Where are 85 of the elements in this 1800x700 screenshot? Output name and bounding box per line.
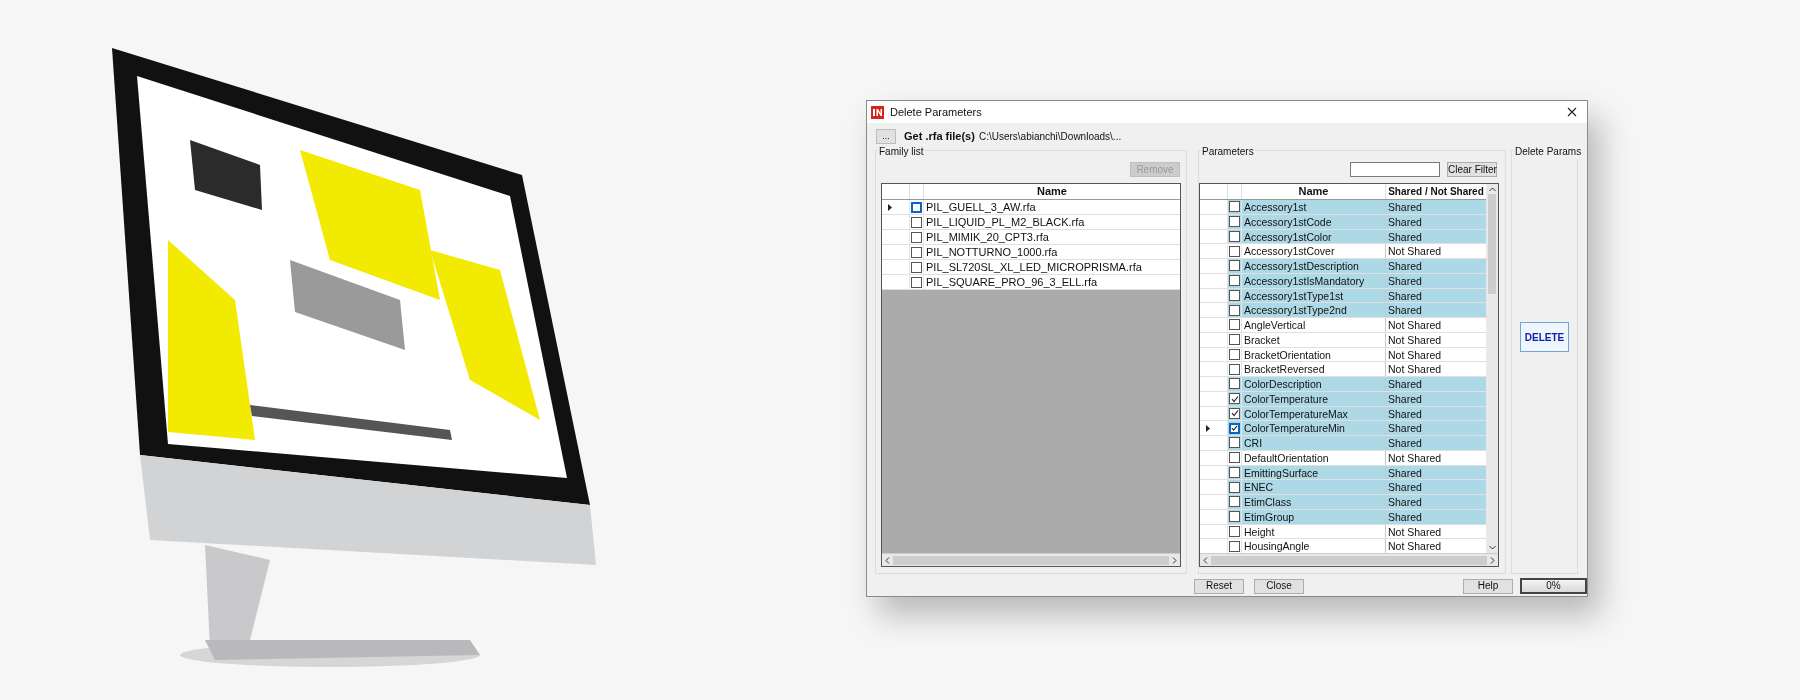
checkbox[interactable] (911, 201, 922, 213)
vertical-scrollbar[interactable] (1486, 184, 1498, 553)
table-cell: Shared (1386, 480, 1486, 494)
checkbox[interactable] (1229, 525, 1240, 537)
table-cell: BracketReversed (1242, 362, 1386, 376)
clear-filter-button[interactable]: Clear Filter (1447, 162, 1497, 177)
checkbox[interactable] (1229, 260, 1240, 272)
delete-button[interactable]: DELETE (1520, 322, 1569, 352)
scroll-up-icon[interactable] (1488, 187, 1496, 192)
help-button[interactable]: Help (1463, 578, 1513, 594)
table-cell: Accessory1stCover (1242, 244, 1386, 258)
horizontal-scrollbar[interactable] (882, 553, 1180, 566)
table-cell: Shared (1386, 495, 1486, 509)
checkbox[interactable] (1229, 348, 1240, 360)
current-row-icon (888, 203, 892, 211)
table-cell-text: PIL_NOTTURNO_1000.rfa (925, 245, 1059, 259)
table-cell-text: PIL_GUELL_3_AW.rfa (925, 200, 1037, 214)
checkbox[interactable] (1229, 245, 1240, 257)
group-title: Delete Params (1514, 144, 1583, 159)
table-cell: ColorTemperatureMin (1242, 421, 1386, 435)
browse-button[interactable]: ... (876, 128, 896, 144)
table-cell: ColorDescription (1242, 377, 1386, 391)
checkbox[interactable] (1229, 437, 1240, 449)
table-cell: EtimClass (1242, 495, 1386, 509)
current-row-icon (1206, 424, 1210, 432)
checkbox[interactable] (911, 276, 922, 288)
checkbox[interactable] (1229, 334, 1240, 346)
checkbox[interactable] (1229, 201, 1240, 213)
column-header[interactable]: Name (1242, 184, 1386, 199)
table-cell-text: PIL_SQUARE_PRO_96_3_ELL.rfa (925, 275, 1099, 289)
scroll-down-icon[interactable] (1488, 545, 1496, 550)
file-path: C:\Users\abianchi\Downloads\... (978, 129, 1122, 144)
checkbox[interactable] (1229, 407, 1240, 419)
group-title: Family list (878, 144, 925, 159)
checkbox[interactable] (1229, 304, 1240, 316)
checkbox[interactable] (911, 231, 922, 243)
table-cell: Accessory1st (1242, 200, 1386, 214)
checkbox[interactable] (1229, 496, 1240, 508)
scroll-left-icon[interactable] (885, 556, 890, 564)
checkbox[interactable] (1229, 275, 1240, 287)
checkbox[interactable] (1229, 363, 1240, 375)
table-cell: CRI (1242, 436, 1386, 450)
checkbox[interactable] (911, 246, 922, 258)
checkbox[interactable] (1229, 393, 1240, 405)
table-cell-text: PIL_MIMIK_20_CPT3.rfa (925, 230, 1050, 244)
table-cell: Accessory1stType2nd (1242, 303, 1386, 317)
scroll-right-icon[interactable] (1490, 556, 1495, 564)
table-cell-text: PIL_SL720SL_XL_LED_MICROPRISMA.rfa (925, 260, 1143, 274)
checkbox[interactable] (1229, 230, 1240, 242)
table-cell: HousingAngle (1242, 539, 1386, 553)
checkbox[interactable] (1229, 216, 1240, 228)
filter-field[interactable] (1350, 162, 1440, 177)
footer-button[interactable]: Close (1254, 578, 1304, 594)
checkbox[interactable] (1229, 540, 1240, 552)
table-cell: Shared (1386, 436, 1486, 450)
get-files-label: Get .rfa file(s) (904, 128, 975, 144)
table-cell: Shared (1386, 303, 1486, 317)
checkbox[interactable] (911, 261, 922, 273)
checkbox[interactable] (1229, 511, 1240, 523)
scroll-right-icon[interactable] (1172, 556, 1177, 564)
table-cell: Accessory1stDescription (1242, 259, 1386, 273)
checkbox[interactable] (911, 216, 922, 228)
checkbox[interactable] (1229, 422, 1240, 434)
table-cell: Shared (1386, 259, 1486, 273)
horizontal-scrollbar[interactable] (1200, 553, 1498, 566)
scroll-left-icon[interactable] (1203, 556, 1208, 564)
table-cell: AngleVertical (1242, 318, 1386, 332)
table-cell: Shared (1386, 377, 1486, 391)
checkbox[interactable] (1229, 319, 1240, 331)
checkbox[interactable] (1229, 452, 1240, 464)
table-cell: Shared (1386, 421, 1486, 435)
table-cell: Shared (1386, 200, 1486, 214)
checkbox[interactable] (1229, 378, 1240, 390)
app-logo-icon (871, 105, 884, 119)
window-title: Delete Parameters (890, 104, 982, 120)
close-icon[interactable] (1567, 107, 1577, 117)
column-header[interactable]: Shared / Not Shared (1386, 184, 1486, 199)
footer-button[interactable]: Reset (1194, 578, 1244, 594)
scrollbar-thumb[interactable] (1488, 194, 1496, 294)
checkbox[interactable] (1229, 481, 1240, 493)
table-cell: ENEC (1242, 480, 1386, 494)
table-cell-text: PIL_LIQUID_PL_M2_BLACK.rfa (925, 215, 1086, 229)
checkbox[interactable] (1229, 289, 1240, 301)
progress-reading: 0% (1545, 580, 1562, 592)
checkbox[interactable] (1229, 466, 1240, 478)
